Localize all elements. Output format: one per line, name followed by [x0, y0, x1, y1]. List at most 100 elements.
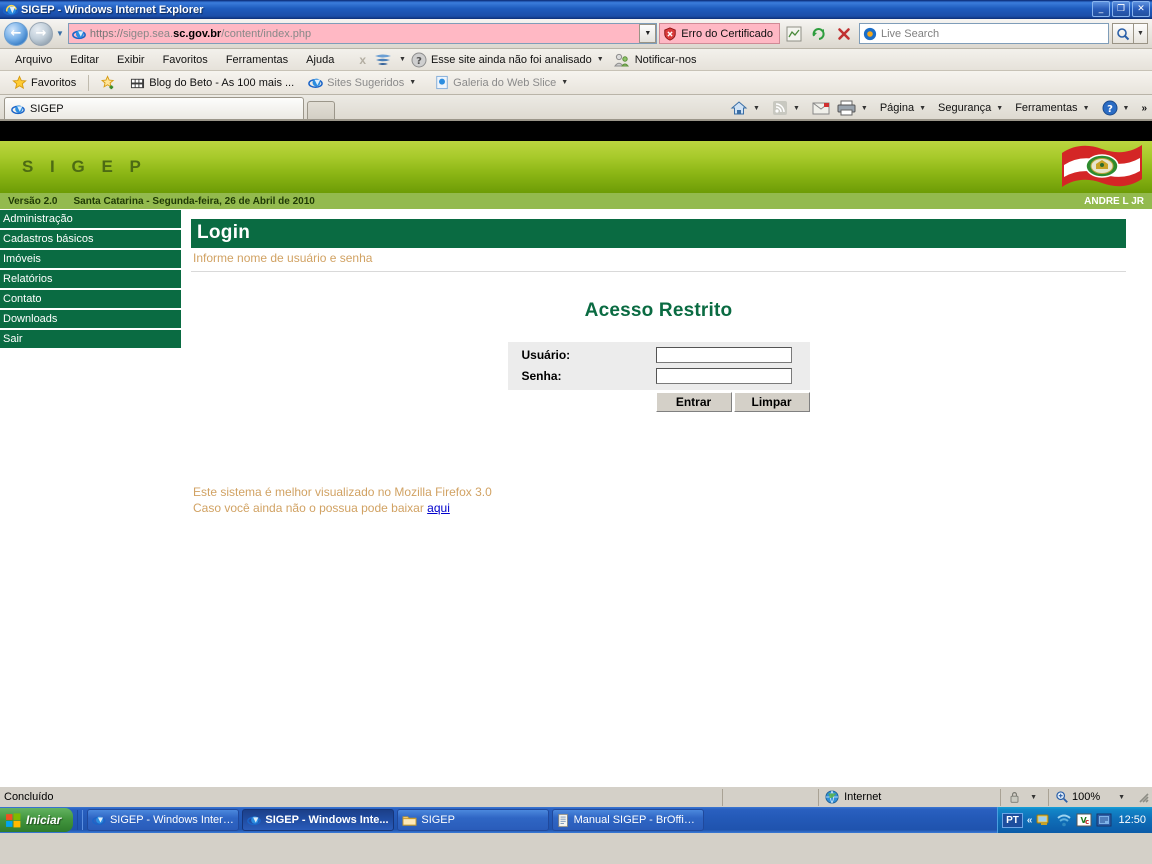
taskbar-item-manual-sigep[interactable]: Manual SIGEP - BrOffice.... [552, 809, 705, 831]
tools-chevron-down-icon[interactable]: ▼ [1083, 105, 1090, 112]
wireless-signal-icon[interactable] [1056, 812, 1072, 828]
network-monitor-icon[interactable] [1036, 812, 1052, 828]
restore-button[interactable]: ❐ [1112, 1, 1130, 17]
navigation-bar: ← → ▼ https://sigep.sea.sc.gov.br/conten… [0, 19, 1152, 49]
svg-text:?: ? [1107, 104, 1113, 115]
help-chevron-down-icon[interactable]: ▼ [1123, 105, 1130, 112]
taskbar-item-label: SIGEP - Windows Inte... [265, 814, 389, 826]
smartscreen-chevron-down-icon[interactable]: ▼ [399, 56, 406, 63]
show-hidden-icons-chevron-icon[interactable]: « [1027, 815, 1033, 826]
download-link[interactable]: aqui [427, 501, 450, 515]
page-content: S I G E P Versão 2.0 Santa Catarina - Se… [0, 121, 1152, 786]
tools-menu-button[interactable]: Ferramentas ▼ [1012, 101, 1097, 115]
star-icon [12, 75, 27, 90]
new-tab-button[interactable] [307, 101, 335, 119]
resize-grip-icon[interactable] [1136, 790, 1150, 804]
recent-pages-chevron-down-icon[interactable]: ▼ [56, 29, 64, 38]
security-chevron-down-icon[interactable]: ▼ [996, 105, 1003, 112]
senha-input[interactable] [655, 367, 792, 384]
page-chevron-down-icon[interactable]: ▼ [919, 105, 926, 112]
back-arrow-icon[interactable]: ← [4, 21, 28, 46]
limpar-button[interactable]: Limpar [733, 392, 810, 412]
favorite-item-galeria-web-slice[interactable]: Galeria do Web Slice ▼ [429, 73, 579, 92]
tools-menu-label: Ferramentas [1015, 102, 1078, 114]
tab-sigep[interactable]: SIGEP [4, 97, 304, 119]
sidebar-item-contato[interactable]: Contato [0, 290, 181, 308]
address-dropdown-chevron-down-icon[interactable]: ▼ [639, 24, 657, 43]
security-zone[interactable]: Internet [818, 788, 1000, 806]
clock[interactable]: 12:50 [1118, 814, 1146, 826]
language-indicator[interactable]: PT [1002, 812, 1023, 828]
command-overflow-button[interactable]: » [1138, 102, 1150, 115]
zoom-cell[interactable]: 100% ▼ [1048, 788, 1136, 806]
security-menu-button[interactable]: Segurança ▼ [935, 101, 1011, 115]
close-toolbar-icon[interactable]: x [359, 53, 366, 67]
search-input[interactable]: Live Search [859, 23, 1109, 44]
search-go-icon[interactable] [1112, 23, 1134, 44]
feeds-chevron-down-icon[interactable]: ▼ [793, 105, 800, 112]
rss-feed-icon [772, 101, 787, 115]
protected-mode-cell[interactable]: ▼ [1000, 788, 1048, 806]
sidebar-item-imoveis[interactable]: Imóveis [0, 250, 181, 268]
logged-user-label: ANDRE L JR [1084, 195, 1144, 207]
smartscreen-status[interactable]: ? Esse site ainda não foi analisado ▼ [411, 52, 609, 68]
favorites-button[interactable]: Favoritos [6, 73, 82, 92]
favorite-item-blog-do-beto[interactable]: Blog do Beto - As 100 mais ... [124, 74, 300, 92]
protected-mode-chevron-down-icon[interactable]: ▼ [1030, 794, 1037, 801]
compatibility-view-icon[interactable] [783, 23, 805, 45]
menu-item-arquivo[interactable]: Arquivo [6, 52, 61, 68]
system-tray: PT « V c 12:50 [997, 807, 1152, 833]
search-placeholder: Live Search [881, 27, 940, 40]
status-text: Concluído [4, 791, 54, 803]
ie-small-icon [308, 78, 323, 88]
zoom-chevron-down-icon[interactable]: ▼ [1118, 794, 1125, 801]
sidebar-item-cadastros-basicos[interactable]: Cadastros básicos [0, 230, 181, 248]
refresh-icon[interactable] [808, 23, 830, 45]
chevron-down-icon[interactable]: ▼ [409, 79, 416, 86]
forward-arrow-icon[interactable]: → [29, 21, 53, 46]
home-button[interactable]: ▼ [727, 99, 768, 117]
mail-button[interactable] [809, 100, 833, 116]
taskbar-item-sigep-ie-2[interactable]: SIGEP - Windows Inte... [242, 809, 395, 831]
menu-item-exibir[interactable]: Exibir [108, 52, 154, 68]
start-button[interactable]: Iniciar [0, 808, 74, 832]
sidebar-item-sair[interactable]: Sair [0, 330, 181, 348]
divider [191, 271, 1126, 272]
window-title: SIGEP - Windows Internet Explorer [21, 3, 204, 16]
sidebar-item-downloads[interactable]: Downloads [0, 310, 181, 328]
star-plus-icon [101, 75, 115, 90]
antivirus-icon[interactable]: V c [1076, 812, 1092, 828]
address-bar[interactable]: https://sigep.sea.sc.gov.br/content/inde… [67, 23, 658, 44]
taskbar-item-sigep-ie-1[interactable]: SIGEP - Windows Intern... [87, 809, 240, 831]
print-chevron-down-icon[interactable]: ▼ [861, 105, 868, 112]
sidebar-item-administracao[interactable]: Administração [0, 210, 181, 228]
smartscreen-menu-chevron-down-icon[interactable]: ▼ [597, 56, 604, 63]
notify-us-item[interactable]: Notificar-nos [613, 52, 696, 68]
chevron-down-icon[interactable]: ▼ [561, 79, 568, 86]
tab-favicon-icon [11, 104, 25, 114]
sidebar-item-relatorios[interactable]: Relatórios [0, 270, 181, 288]
bing-search-icon [863, 27, 877, 40]
url-protocol: https:// [89, 27, 123, 40]
search-provider-chevron-down-icon[interactable]: ▼ [1134, 23, 1148, 44]
stop-icon[interactable] [833, 23, 855, 45]
print-button[interactable]: ▼ [834, 99, 876, 117]
application-icon[interactable] [1096, 812, 1112, 828]
menu-item-editar[interactable]: Editar [61, 52, 108, 68]
menu-item-favoritos[interactable]: Favoritos [154, 52, 217, 68]
minimize-button[interactable]: _ [1092, 1, 1110, 17]
menu-item-ajuda[interactable]: Ajuda [297, 52, 343, 68]
page-menu-button[interactable]: Página ▼ [877, 101, 934, 115]
home-chevron-down-icon[interactable]: ▼ [753, 105, 760, 112]
close-button[interactable]: ✕ [1132, 1, 1150, 17]
taskbar-item-sigep-folder[interactable]: SIGEP [397, 809, 550, 831]
add-to-favorites-bar-icon[interactable] [95, 73, 122, 92]
feeds-button[interactable]: ▼ [769, 99, 808, 117]
ie-logo-icon [3, 4, 18, 16]
usuario-input[interactable] [655, 346, 792, 363]
certificate-error-badge[interactable]: Erro do Certificado [659, 23, 780, 44]
help-menu-button[interactable]: ? ▼ [1099, 99, 1138, 117]
menu-item-ferramentas[interactable]: Ferramentas [217, 52, 297, 68]
entrar-button[interactable]: Entrar [655, 392, 732, 412]
favorite-item-sites-sugeridos[interactable]: Sites Sugeridos ▼ [302, 73, 427, 92]
